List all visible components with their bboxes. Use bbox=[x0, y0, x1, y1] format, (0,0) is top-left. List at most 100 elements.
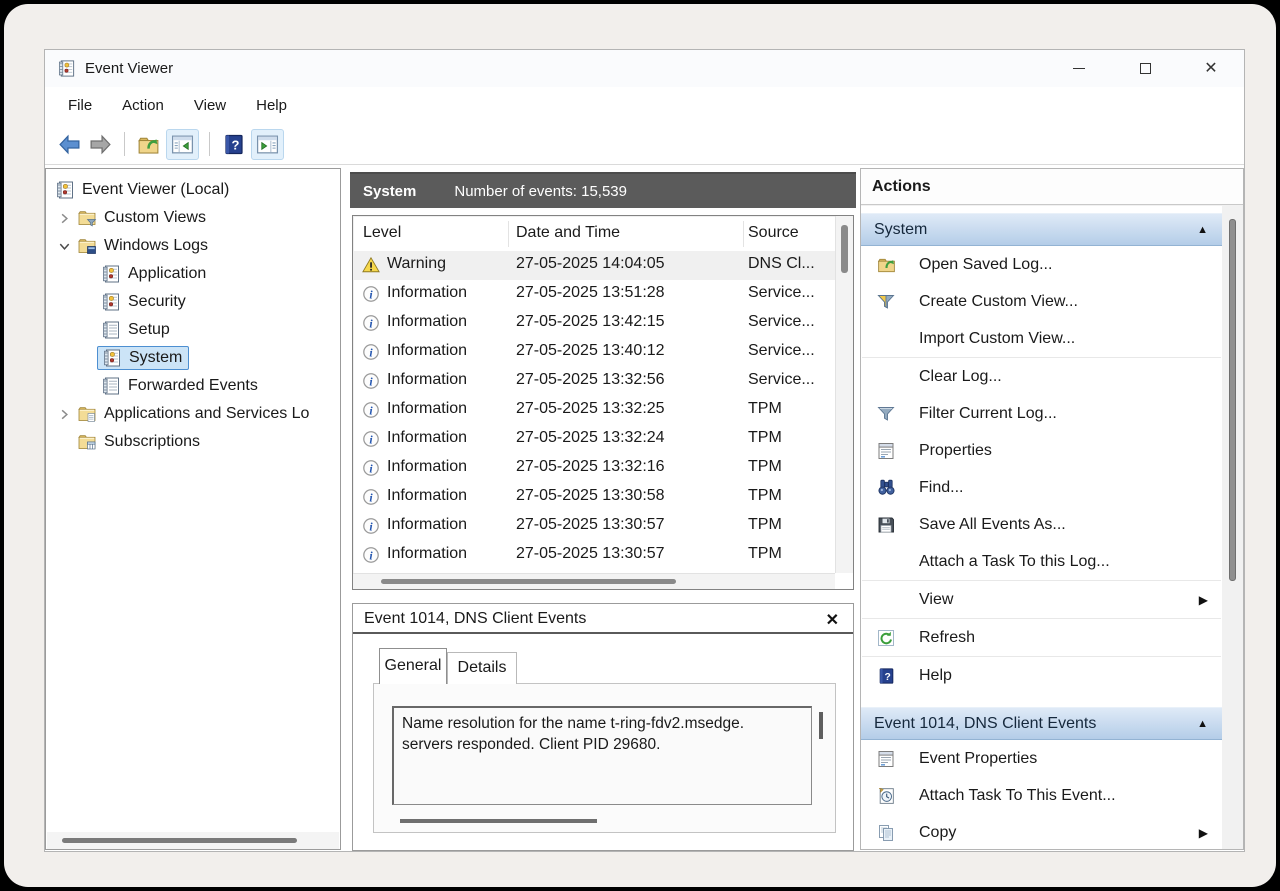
action-find[interactable]: Find... bbox=[861, 469, 1222, 506]
event-message-box[interactable]: Name resolution for the name t-ring-fdv2… bbox=[392, 706, 812, 805]
tree-item-setup[interactable]: Setup bbox=[46, 316, 340, 344]
collapse-icon[interactable]: ▲ bbox=[1197, 718, 1208, 730]
attach-task-icon bbox=[876, 785, 897, 806]
column-separator[interactable] bbox=[508, 221, 509, 247]
action-import-custom-view[interactable]: Import Custom View... bbox=[861, 320, 1222, 357]
forward-icon bbox=[88, 132, 113, 157]
scrollbar-thumb[interactable] bbox=[381, 579, 676, 584]
event-viewer-icon bbox=[55, 180, 75, 200]
column-separator[interactable] bbox=[743, 221, 744, 247]
action-clear-log[interactable]: Clear Log... bbox=[861, 358, 1222, 395]
show-action-pane-icon bbox=[255, 132, 280, 157]
preview-title: Event 1014, DNS Client Events bbox=[364, 610, 586, 628]
column-header-source[interactable]: Source bbox=[748, 224, 799, 242]
event-row[interactable]: Information 27-05-2025 13:51:28 Service.… bbox=[353, 280, 835, 309]
event-row[interactable]: Information 27-05-2025 13:30:58 TPM bbox=[353, 483, 835, 512]
event-row[interactable]: Information 27-05-2025 13:32:16 TPM bbox=[353, 454, 835, 483]
action-event-properties[interactable]: Event Properties bbox=[861, 740, 1222, 777]
action-create-custom-view[interactable]: Create Custom View... bbox=[861, 283, 1222, 320]
open-saved-log-icon bbox=[876, 254, 897, 275]
titlebar[interactable]: Event Viewer ✕ bbox=[45, 50, 1244, 87]
message-vertical-scrollbar-thumb[interactable] bbox=[819, 712, 823, 739]
tab-details[interactable]: Details bbox=[447, 652, 517, 684]
menu-help[interactable]: Help bbox=[241, 91, 302, 120]
minimize-button[interactable] bbox=[1046, 50, 1112, 87]
submenu-arrow-icon: ▶ bbox=[1199, 593, 1208, 607]
action-refresh[interactable]: Refresh bbox=[861, 619, 1222, 656]
tree-item-forwarded-events[interactable]: Forwarded Events bbox=[46, 372, 340, 400]
tree-item-application[interactable]: Application bbox=[46, 260, 340, 288]
information-icon bbox=[362, 459, 380, 477]
action-save-all-events-as[interactable]: Save All Events As... bbox=[861, 506, 1222, 543]
properties-icon bbox=[876, 441, 896, 461]
menu-action[interactable]: Action bbox=[107, 91, 179, 120]
collapse-icon[interactable]: ▲ bbox=[1197, 224, 1208, 236]
forward-button[interactable] bbox=[87, 131, 114, 158]
action-copy[interactable]: Copy ▶ bbox=[861, 814, 1222, 849]
action-filter-current-log[interactable]: Filter Current Log... bbox=[861, 395, 1222, 432]
scrollbar-thumb[interactable] bbox=[841, 225, 848, 273]
event-row[interactable]: Information 27-05-2025 13:32:24 TPM bbox=[353, 425, 835, 454]
copy-icon bbox=[876, 823, 896, 843]
tree-item-system[interactable]: System bbox=[46, 344, 340, 372]
event-row[interactable]: Information 27-05-2025 13:30:57 TPM bbox=[353, 541, 835, 570]
minimize-icon bbox=[1073, 68, 1085, 70]
chevron-right-icon[interactable] bbox=[57, 211, 72, 226]
action-view[interactable]: View ▶ bbox=[861, 581, 1222, 618]
tree-item-event-viewer-local[interactable]: Event Viewer (Local) bbox=[46, 176, 340, 204]
event-row[interactable]: Information 27-05-2025 13:32:56 Service.… bbox=[353, 367, 835, 396]
chevron-down-icon[interactable] bbox=[57, 239, 72, 254]
tab-general[interactable]: General bbox=[379, 648, 447, 684]
menu-file[interactable]: File bbox=[53, 91, 107, 120]
scrollbar-thumb[interactable] bbox=[62, 838, 297, 843]
information-icon bbox=[362, 430, 380, 448]
action-help[interactable]: Help bbox=[861, 657, 1222, 694]
chevron-right-icon[interactable] bbox=[57, 407, 72, 422]
information-icon bbox=[362, 343, 380, 361]
event-list: Level Date and Time Source Warning 27-05… bbox=[352, 215, 854, 590]
export-log-button[interactable] bbox=[135, 131, 162, 158]
maximize-icon bbox=[1140, 63, 1151, 74]
event-row[interactable]: Information 27-05-2025 13:42:15 Service.… bbox=[353, 309, 835, 338]
log-icon bbox=[101, 320, 121, 340]
message-horizontal-scrollbar-thumb[interactable] bbox=[400, 819, 597, 823]
show-console-tree-button[interactable] bbox=[166, 129, 199, 160]
close-button[interactable]: ✕ bbox=[1178, 50, 1244, 87]
back-button[interactable] bbox=[56, 131, 83, 158]
event-list-horizontal-scrollbar[interactable] bbox=[353, 573, 835, 589]
find-icon bbox=[876, 477, 897, 498]
general-tab-content: Name resolution for the name t-ring-fdv2… bbox=[373, 683, 836, 833]
actions-section-header-system[interactable]: System ▲ bbox=[861, 213, 1222, 246]
event-row[interactable]: Warning 27-05-2025 14:04:05 DNS Cl... bbox=[353, 251, 835, 280]
tree-item-applications-and-services[interactable]: Applications and Services Lo bbox=[46, 400, 340, 428]
action-attach-task-to-event[interactable]: Attach Task To This Event... bbox=[861, 777, 1222, 814]
actions-section-header-event[interactable]: Event 1014, DNS Client Events ▲ bbox=[861, 707, 1222, 740]
action-properties[interactable]: Properties bbox=[861, 432, 1222, 469]
tree-item-windows-logs[interactable]: Windows Logs bbox=[46, 232, 340, 260]
event-row[interactable]: Information 27-05-2025 13:30:57 TPM bbox=[353, 512, 835, 541]
menu-view[interactable]: View bbox=[179, 91, 241, 120]
column-header-datetime[interactable]: Date and Time bbox=[516, 224, 620, 242]
filter-icon bbox=[876, 404, 896, 424]
scrollbar-thumb[interactable] bbox=[1229, 219, 1236, 581]
event-row[interactable]: Information 27-05-2025 13:32:25 TPM bbox=[353, 396, 835, 425]
event-row[interactable]: Information 27-05-2025 13:40:12 Service.… bbox=[353, 338, 835, 367]
create-custom-view-icon bbox=[876, 292, 896, 312]
custom-views-folder-icon bbox=[77, 208, 97, 228]
action-open-saved-log[interactable]: Open Saved Log... bbox=[861, 246, 1222, 283]
tree-horizontal-scrollbar[interactable] bbox=[47, 832, 339, 849]
log-title-bar: System Number of events: 15,539 bbox=[350, 172, 856, 208]
action-attach-task-to-log[interactable]: Attach a Task To this Log... bbox=[861, 543, 1222, 580]
actions-vertical-scrollbar[interactable] bbox=[1228, 213, 1238, 841]
show-action-pane-button[interactable] bbox=[251, 129, 284, 160]
event-list-vertical-scrollbar[interactable] bbox=[835, 216, 853, 573]
event-message-line: servers responded. Client PID 29680. bbox=[402, 734, 803, 755]
maximize-button[interactable] bbox=[1112, 50, 1178, 87]
help-button[interactable] bbox=[220, 131, 247, 158]
tree-item-security[interactable]: Security bbox=[46, 288, 340, 316]
preview-close-button[interactable]: ✕ bbox=[822, 608, 843, 632]
event-message-line: Name resolution for the name t-ring-fdv2… bbox=[402, 713, 803, 734]
column-header-level[interactable]: Level bbox=[363, 224, 401, 242]
tree-item-subscriptions[interactable]: Subscriptions bbox=[46, 428, 340, 456]
tree-item-custom-views[interactable]: Custom Views bbox=[46, 204, 340, 232]
